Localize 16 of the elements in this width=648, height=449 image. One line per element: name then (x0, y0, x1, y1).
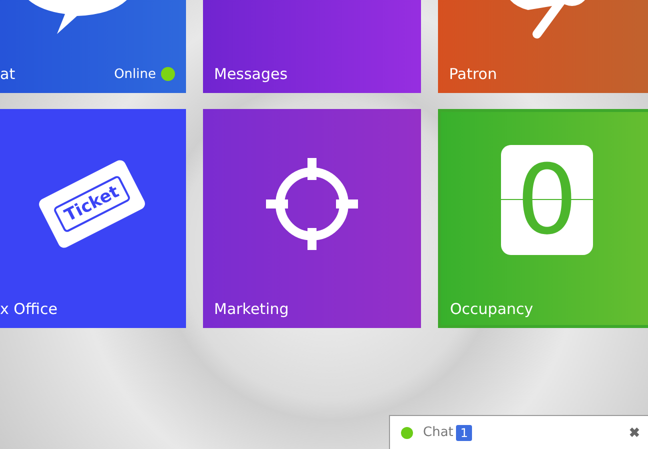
tile-label: Patron (449, 65, 498, 83)
tile-label: Marketing (214, 300, 290, 318)
messages-tile[interactable]: Messages (203, 0, 421, 93)
tile-label: Messages (214, 65, 289, 83)
tile-label: Occupancy (450, 300, 534, 318)
chat-tile[interactable]: at Online (0, 0, 186, 93)
marketing-tile[interactable]: Marketing (203, 109, 421, 328)
chat-label: Chat (423, 425, 454, 440)
patron-tile[interactable]: Patron (438, 0, 648, 93)
chat-bar[interactable]: Chat 1 ✖ (389, 415, 648, 449)
tile-label: x Office (0, 300, 58, 318)
status-text: Online (114, 66, 156, 82)
crosshair-icon (266, 158, 358, 250)
tile-label: at (0, 65, 16, 83)
unread-count: 1 (456, 424, 472, 440)
close-button[interactable]: ✖ (629, 425, 640, 440)
